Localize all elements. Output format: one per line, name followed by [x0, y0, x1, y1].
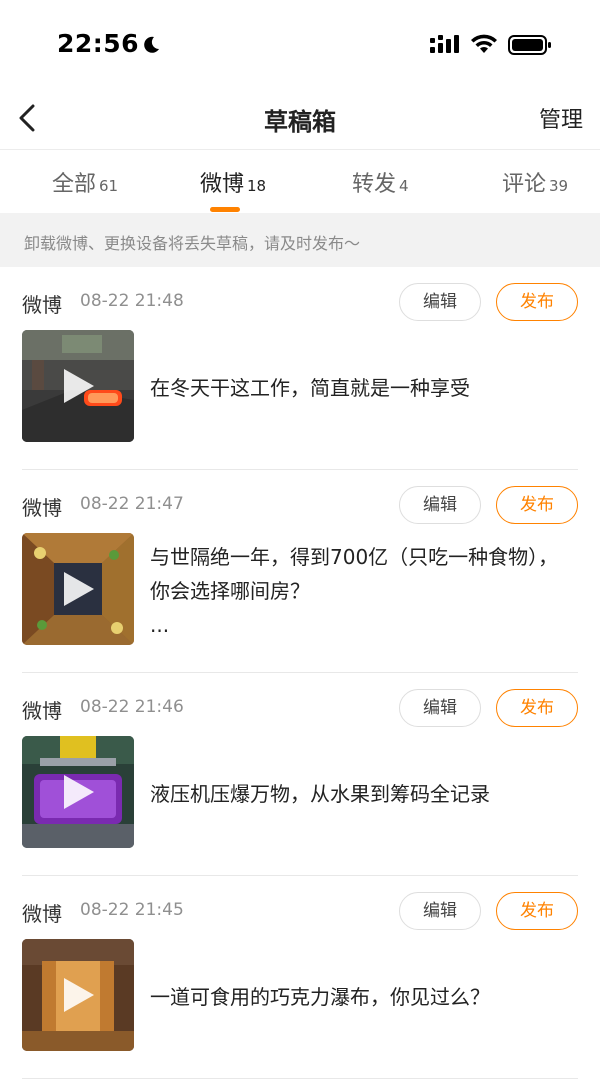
draft-item: 微博 08-22 21:46 编辑 发布 液压机压爆万物，从水果到筹码全记录	[0, 673, 600, 876]
publish-button[interactable]: 发布	[496, 689, 578, 727]
draft-type: 微博	[22, 496, 62, 520]
divider	[22, 1078, 578, 1079]
publish-button[interactable]: 发布	[496, 892, 578, 930]
active-tab-indicator	[210, 207, 240, 212]
edit-button[interactable]: 编辑	[399, 283, 481, 321]
edit-button[interactable]: 编辑	[399, 892, 481, 930]
draft-text-body: 与世隔绝一年，得到700亿（只吃一种食物），你会选择哪间房？	[150, 545, 559, 603]
tab-label: 微博	[200, 172, 245, 197]
draft-item: 微博 08-22 21:48 编辑 发布 在冬天干这工作，简直就是一种享受	[0, 267, 600, 470]
tab-repost[interactable]: 转发 4	[352, 166, 409, 212]
notice-banner: 卸载微博、更换设备将丢失草稿，请及时发布～	[0, 213, 600, 267]
tab-count: 18	[247, 177, 267, 195]
cellular-signal-icon	[430, 35, 459, 53]
tab-bar: 全部 61 微博 18 转发 4 评论 39	[0, 150, 600, 213]
edit-button[interactable]: 编辑	[399, 689, 481, 727]
notice-text: 卸载微博、更换设备将丢失草稿，请及时发布～	[24, 234, 361, 253]
draft-item: 微博 08-22 21:47 编辑 发布 与世隔绝一年，得到700亿（只吃一种食	[0, 470, 600, 673]
draft-text[interactable]: 在冬天干这工作，简直就是一种享受	[150, 371, 570, 405]
publish-button[interactable]: 发布	[496, 486, 578, 524]
play-icon	[64, 572, 94, 606]
video-thumbnail[interactable]	[22, 736, 134, 848]
play-icon	[64, 978, 94, 1012]
draft-text-ellipsis: ...	[150, 613, 170, 637]
manage-button[interactable]: 管理	[539, 102, 583, 134]
nav-bar: 草稿箱 管理	[0, 88, 600, 150]
video-thumbnail[interactable]	[22, 939, 134, 1051]
tab-all[interactable]: 全部 61	[52, 166, 118, 212]
tab-label: 评论	[502, 172, 547, 197]
draft-item: 微博 08-22 21:45 编辑 发布 一道可食用的巧克力瀑布，你见过么？	[0, 876, 600, 1079]
draft-type: 微博	[22, 699, 62, 723]
draft-text[interactable]: 液压机压爆万物，从水果到筹码全记录	[150, 777, 570, 811]
draft-time: 08-22 21:45	[80, 900, 184, 920]
play-icon	[64, 775, 94, 809]
wifi-icon	[471, 34, 497, 53]
page-title: 草稿箱	[264, 108, 336, 136]
tab-count: 4	[399, 177, 409, 195]
video-thumbnail[interactable]	[22, 533, 134, 645]
tab-weibo[interactable]: 微博 18	[200, 166, 266, 212]
tab-comment[interactable]: 评论 39	[502, 166, 568, 212]
draft-time: 08-22 21:48	[80, 291, 184, 311]
draft-text[interactable]: 一道可食用的巧克力瀑布，你见过么？	[150, 980, 570, 1014]
status-time: 22:56	[57, 29, 140, 58]
publish-button[interactable]: 发布	[496, 283, 578, 321]
draft-type: 微博	[22, 902, 62, 926]
draft-time: 08-22 21:47	[80, 494, 184, 514]
moon-icon	[144, 36, 159, 53]
battery-icon	[508, 35, 551, 55]
video-thumbnail[interactable]	[22, 330, 134, 442]
status-bar: 22:56	[0, 0, 600, 88]
edit-button[interactable]: 编辑	[399, 486, 481, 524]
play-icon	[64, 369, 94, 403]
draft-time: 08-22 21:46	[80, 697, 184, 717]
tab-count: 61	[99, 177, 119, 195]
draft-type: 微博	[22, 293, 62, 317]
tab-label: 转发	[352, 172, 397, 197]
tab-count: 39	[549, 177, 569, 195]
draft-text[interactable]: 与世隔绝一年，得到700亿（只吃一种食物），你会选择哪间房？ ...	[150, 540, 570, 642]
tab-label: 全部	[52, 172, 97, 197]
